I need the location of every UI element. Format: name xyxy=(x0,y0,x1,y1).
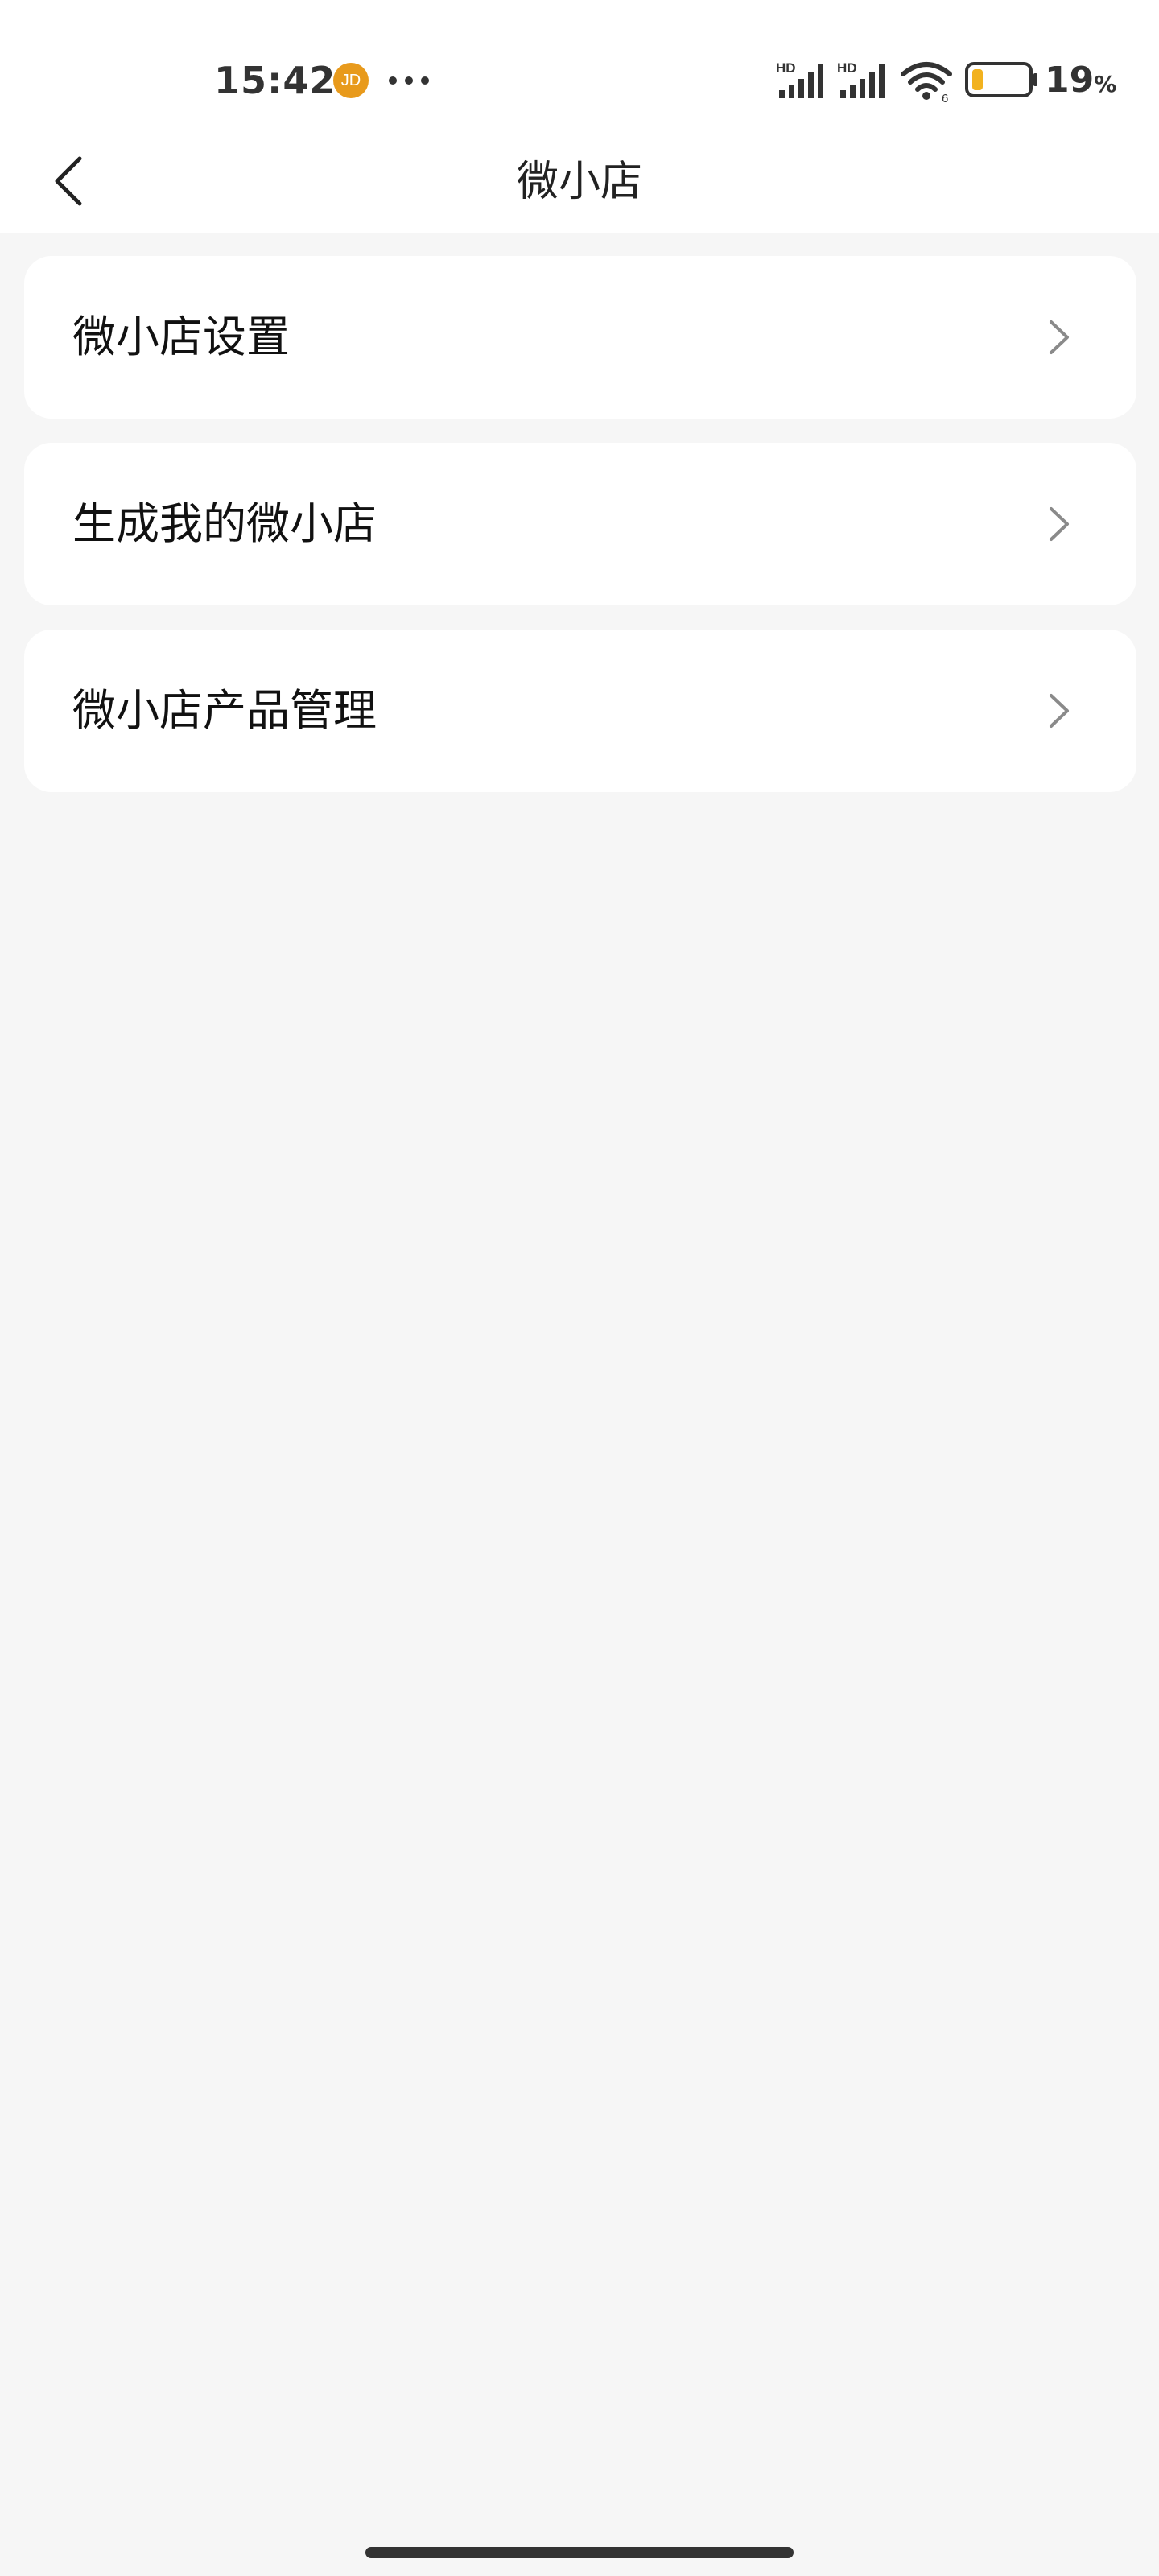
page-title: 微小店 xyxy=(516,158,642,206)
home-indicator[interactable] xyxy=(365,2547,794,2558)
menu-item-generate-shop[interactable]: 生成我的微小店 xyxy=(24,443,1136,605)
jd-notification-icon: JD xyxy=(333,63,369,98)
battery-level: 19 xyxy=(1045,60,1095,101)
battery-percentage: 19% xyxy=(1045,56,1116,109)
menu-list: 微小店设置 生成我的微小店 微小店产品管理 xyxy=(24,256,1136,816)
menu-item-product-management[interactable]: 微小店产品管理 xyxy=(24,630,1136,792)
cellular-signal-icon: HD xyxy=(776,60,823,98)
more-dots-icon xyxy=(389,76,429,85)
battery-unit: % xyxy=(1094,71,1117,97)
menu-item-label: 微小店设置 xyxy=(72,312,290,362)
menu-item-shop-settings[interactable]: 微小店设置 xyxy=(24,256,1136,419)
chevron-right-icon xyxy=(1050,694,1069,728)
chevron-right-icon xyxy=(1050,320,1069,354)
status-time: 15:42 xyxy=(214,59,336,102)
wifi-sub-label: 6 xyxy=(942,92,948,103)
wifi-icon: 6 xyxy=(901,62,952,103)
signal-hd-label: HD xyxy=(776,60,796,76)
chevron-right-icon xyxy=(1050,507,1069,541)
cellular-signal-2-icon: HD xyxy=(837,60,885,98)
battery-icon xyxy=(965,62,1037,97)
nav-bar: 微小店 xyxy=(0,129,1159,233)
menu-item-label: 生成我的微小店 xyxy=(72,498,377,549)
signal2-hd-label: HD xyxy=(837,60,857,76)
menu-item-label: 微小店产品管理 xyxy=(72,685,377,736)
